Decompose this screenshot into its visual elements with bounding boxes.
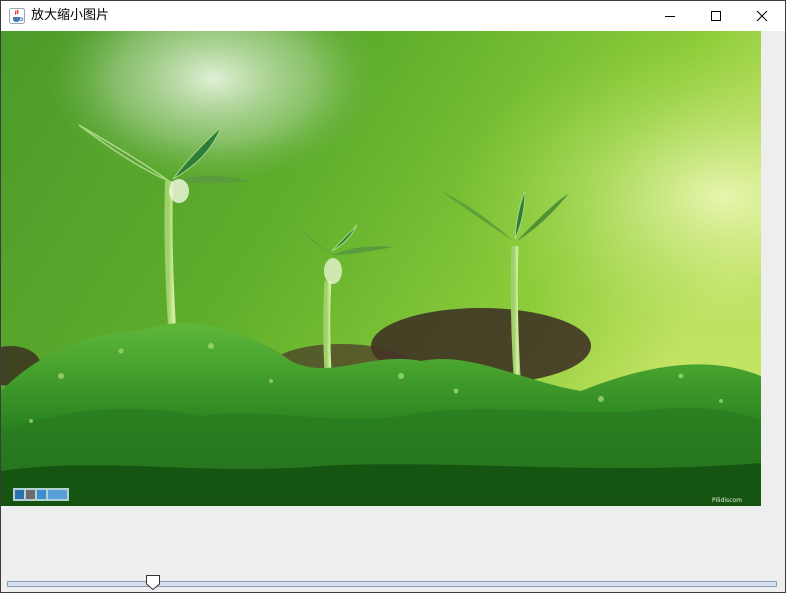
slider-thumb[interactable] bbox=[145, 574, 161, 591]
minimize-button[interactable] bbox=[647, 1, 693, 31]
slider-thumb-icon bbox=[145, 575, 160, 591]
watermark-logo bbox=[13, 488, 69, 501]
close-button[interactable] bbox=[739, 1, 785, 31]
seedlings-photo: Pilidiscom bbox=[1, 31, 761, 506]
window-title: 放大缩小图片 bbox=[31, 8, 110, 23]
title-bar[interactable]: 放大缩小图片 bbox=[1, 1, 785, 31]
window-controls bbox=[647, 1, 785, 31]
maximize-button[interactable] bbox=[693, 1, 739, 31]
java-coffee-cup-icon bbox=[9, 8, 25, 24]
minimize-icon bbox=[665, 16, 675, 17]
displayed-image: Pilidiscom bbox=[1, 31, 761, 506]
app-window: 放大缩小图片 Pilidiscom bbox=[0, 0, 786, 593]
close-icon bbox=[756, 10, 768, 22]
watermark-text: Pilidiscom bbox=[712, 497, 742, 504]
slider-track[interactable] bbox=[7, 581, 777, 587]
zoom-slider[interactable] bbox=[5, 573, 779, 591]
maximize-icon bbox=[711, 11, 721, 21]
